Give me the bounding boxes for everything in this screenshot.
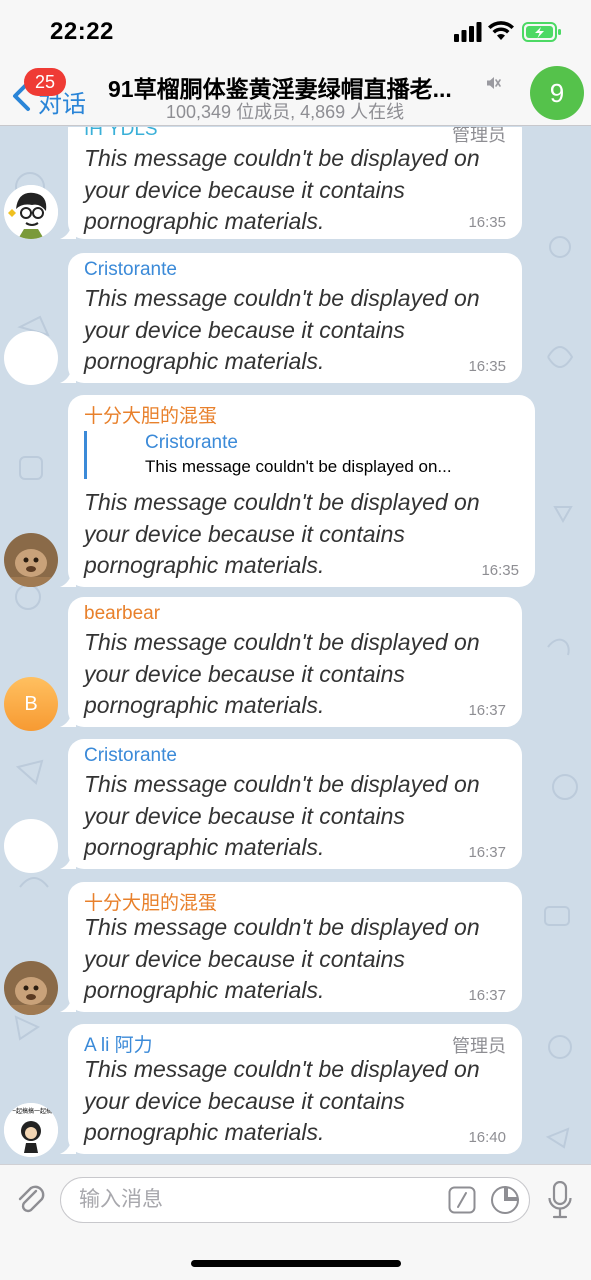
user-avatar[interactable]: 一起搞搞一起搞 [4,1103,58,1157]
mute-icon [487,77,501,89]
message-text: This message couldn't be displayed on yo… [84,914,480,1003]
status-time: 22:22 [50,18,114,45]
avatar-caption: 一起搞搞一起搞 [10,1107,52,1115]
message-sender[interactable]: IH YDLS [84,127,158,141]
user-avatar[interactable] [4,819,58,873]
message-sender[interactable]: bearbear [84,603,160,625]
message-list[interactable]: IH YDLS 管理员 This message couldn't be dis… [0,127,591,1164]
message-sender[interactable]: A li 阿力 [84,1030,153,1057]
command-icon[interactable] [448,1186,476,1214]
wifi-icon [488,21,514,40]
message-text: This message couldn't be displayed on yo… [84,771,480,860]
message-time: 16:40 [468,1129,506,1146]
message-sender[interactable]: Cristorante [84,259,177,281]
message-text: This message couldn't be displayed on yo… [84,629,480,718]
message-bubble[interactable]: A li 阿力 管理员 This message couldn't be dis… [60,1024,522,1154]
paperclip-icon[interactable] [14,1181,46,1217]
reply-sender: Cristorante [145,432,238,453]
photo-avatar-icon [4,961,58,1015]
status-bar: 22:22 [0,0,591,62]
message-bubble[interactable]: bearbear This message couldn't be displa… [60,597,522,727]
cartoon-avatar-icon [4,185,58,239]
message-bubble[interactable]: IH YDLS 管理员 This message couldn't be dis… [60,127,522,239]
meme-avatar-icon: 一起搞搞一起搞 [4,1103,58,1157]
message-text: This message couldn't be displayed on yo… [84,1056,480,1145]
bubble-tail [60,571,76,587]
message-bubble[interactable]: Cristorante This message couldn't be dis… [60,739,522,869]
back-button[interactable]: 对话 25 [8,66,98,122]
bubble-tail [60,853,76,869]
message-time: 16:37 [468,844,506,861]
message-text: This message couldn't be displayed on yo… [84,285,480,374]
battery-charging-icon [522,22,561,42]
message-sender[interactable]: 十分大胆的混蛋 [84,401,217,428]
user-avatar[interactable] [4,331,58,385]
photo-avatar-icon [4,533,58,587]
message-time: 16:35 [468,358,506,375]
user-avatar[interactable] [4,533,58,587]
user-avatar[interactable]: B [4,677,58,731]
unread-badge: 25 [24,68,66,96]
message-time: 16:37 [468,702,506,719]
message-time: 16:35 [468,214,506,231]
message-time: 16:37 [468,987,506,1004]
group-avatar[interactable]: 9 [530,66,584,120]
message-bubble[interactable]: 十分大胆的混蛋 Cristorante This message couldn'… [60,395,535,587]
message-bubble[interactable]: 十分大胆的混蛋 This message couldn't be display… [60,882,522,1012]
sticker-icon[interactable] [490,1185,520,1215]
message-text: This message couldn't be displayed on yo… [84,145,480,234]
message-bubble[interactable]: Cristorante This message couldn't be dis… [60,253,522,383]
user-avatar[interactable] [4,185,58,239]
member-count: 100,349 位成员, 4,869 人在线 [166,102,405,122]
bubble-tail [60,711,76,727]
bubble-tail [60,996,76,1012]
bubble-tail [60,223,76,239]
message-sender[interactable]: 十分大胆的混蛋 [84,888,217,915]
message-sender[interactable]: Cristorante [84,745,177,767]
reply-text: This message couldn't be displayed on... [145,457,452,476]
microphone-icon[interactable] [548,1181,572,1219]
reply-preview[interactable]: Cristorante This message couldn't be dis… [84,431,514,479]
user-avatar[interactable] [4,961,58,1015]
bubble-tail [60,1138,76,1154]
signal-icon [454,22,482,42]
message-time: 16:35 [481,562,519,579]
chat-header: 对话 25 91草榴胴体鉴黄淫妻绿帽直播老... 100,349 位成员, 4,… [0,62,591,126]
bubble-tail [60,367,76,383]
message-text: This message couldn't be displayed on yo… [84,489,480,578]
home-indicator[interactable] [191,1260,401,1267]
